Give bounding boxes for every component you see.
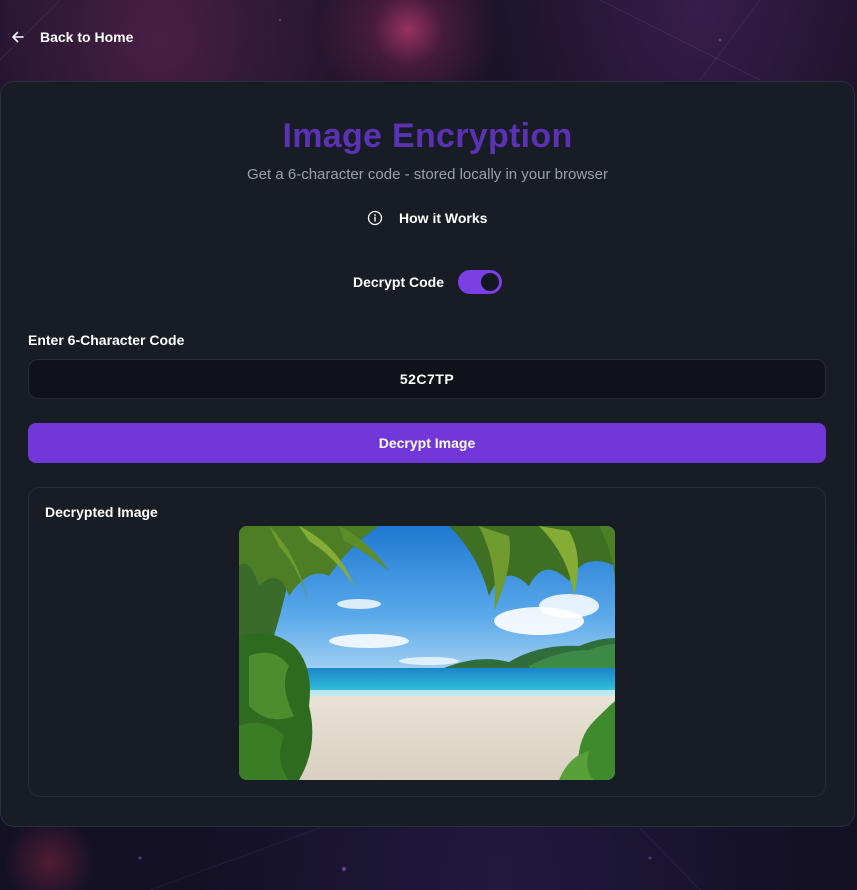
decrypt-image-button[interactable]: Decrypt Image	[28, 423, 826, 463]
page-title: Image Encryption	[282, 117, 573, 155]
toggle-knob	[481, 273, 500, 291]
code-input[interactable]	[28, 359, 826, 399]
decrypted-image-title: Decrypted Image	[45, 504, 158, 520]
how-it-works-label: How it Works	[399, 210, 488, 226]
mode-toggle-row: Decrypt Code	[353, 270, 503, 294]
encryption-card: Image Encryption Get a 6-character code …	[0, 81, 855, 827]
decrypted-image-panel: Decrypted Image	[28, 487, 826, 797]
back-to-home-label: Back to Home	[40, 29, 134, 45]
arrow-left-icon	[12, 31, 24, 43]
decrypt-code-toggle[interactable]	[458, 270, 503, 294]
code-field-label: Enter 6-Character Code	[28, 332, 185, 348]
how-it-works-button[interactable]: How it Works	[367, 210, 487, 226]
back-to-home-link[interactable]: Back to Home	[10, 25, 133, 49]
decrypted-beach-image	[239, 526, 615, 780]
decrypt-code-label: Decrypt Code	[353, 274, 445, 290]
info-icon	[367, 210, 383, 226]
page-subtitle: Get a 6-character code - stored locally …	[247, 166, 608, 183]
